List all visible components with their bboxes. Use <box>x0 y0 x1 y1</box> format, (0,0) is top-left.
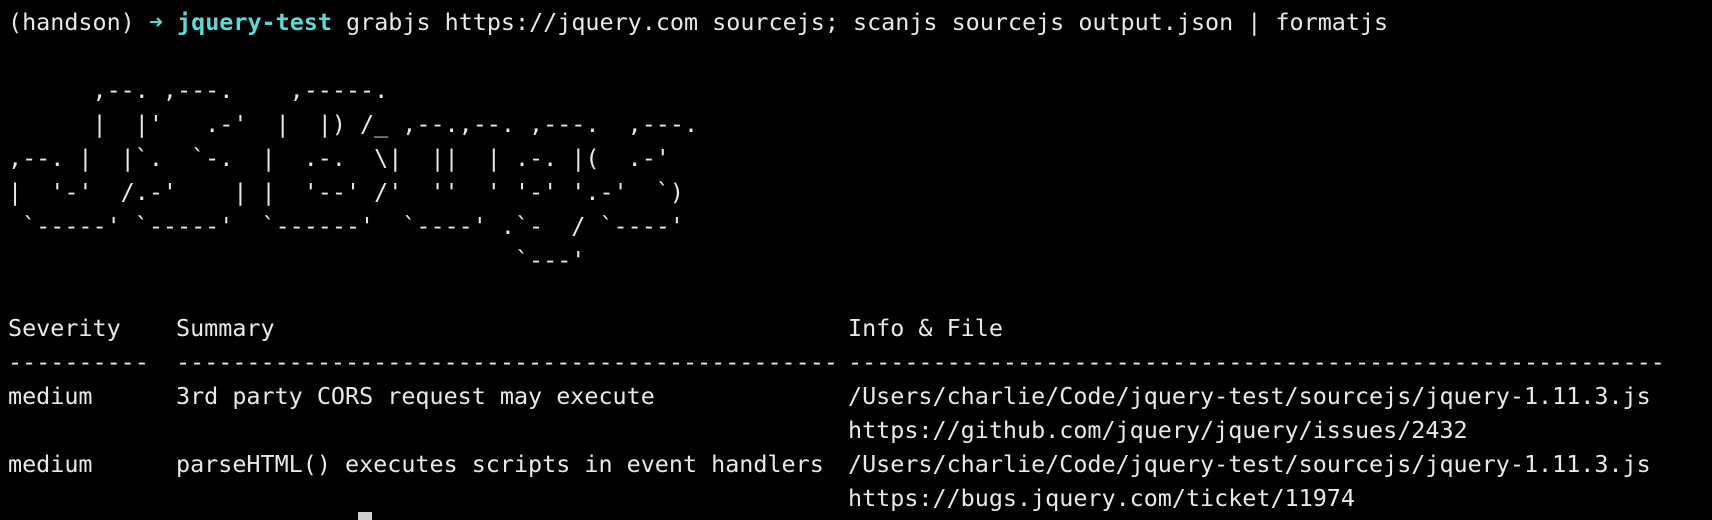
banner-line: | '-' /.-' | | '--' /' '' ' '-' '.-' `) <box>8 178 684 206</box>
table-row-continuation: https://bugs.jquery.com/ticket/11974 <box>8 481 1355 515</box>
separator-info-file: ----------------------------------------… <box>848 348 1665 376</box>
table-header-row: Severity Summary Info & File <box>8 311 1003 345</box>
row-severity: medium <box>8 450 93 478</box>
table-row: medium 3rd party CORS request may execut… <box>8 379 1651 413</box>
header-severity: Severity <box>8 314 121 342</box>
row-info-url: https://bugs.jquery.com/ticket/11974 <box>848 484 1355 512</box>
banner-line: ,--. | |`. `-. | .-. \| || | .-. |( .-' <box>8 144 670 172</box>
row-info-url: https://github.com/jquery/jquery/issues/… <box>848 416 1468 444</box>
row-severity: medium <box>8 382 93 410</box>
prompt-venv: (handson) <box>8 8 135 36</box>
command-text: grabjs https://jquery.com sourcejs; scan… <box>346 8 1389 36</box>
banner-line: | |' .-' | |) /_ ,--.,--. ,---. ,---. <box>8 110 699 138</box>
row-file-path: /Users/charlie/Code/jquery-test/sourcejs… <box>848 382 1651 410</box>
separator-summary: ----------------------------------------… <box>176 348 838 376</box>
header-summary: Summary <box>176 314 275 342</box>
prompt-arrow-icon: ➜ <box>148 8 163 36</box>
banner-line: ,--. ,---. ,-----. <box>8 76 389 104</box>
row-summary: parseHTML() executes scripts in event ha… <box>176 450 824 478</box>
row-file-path: /Users/charlie/Code/jquery-test/sourcejs… <box>848 450 1651 478</box>
prompt-line: (handson) ➜ jquery-test grabjs https://j… <box>8 5 1388 39</box>
separator-severity: ---------- <box>8 348 149 376</box>
table-row-continuation: https://github.com/jquery/jquery/issues/… <box>8 413 1468 447</box>
terminal-window[interactable]: (handson) ➜ jquery-test grabjs https://j… <box>0 0 1712 520</box>
header-info-file: Info & File <box>848 314 1003 342</box>
terminal-cursor <box>358 512 372 520</box>
banner-line: `---' <box>8 246 586 274</box>
table-row: medium parseHTML() executes scripts in e… <box>8 447 1651 481</box>
prompt-directory: jquery-test <box>177 8 332 36</box>
table-separator-row: ---------- -----------------------------… <box>8 345 1665 379</box>
banner-line: `-----' `-----' `------' `----' .`- / `-… <box>8 212 684 240</box>
row-summary: 3rd party CORS request may execute <box>176 382 655 410</box>
